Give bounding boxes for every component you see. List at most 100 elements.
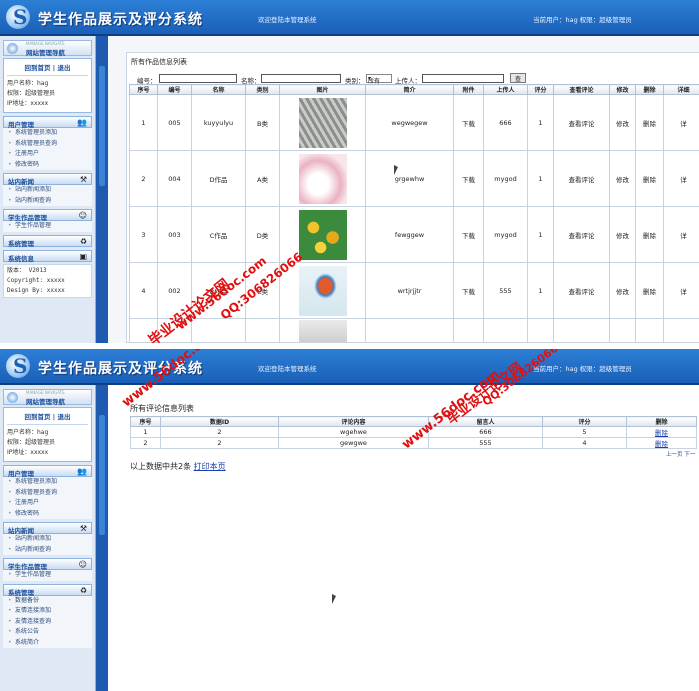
cell-edit[interactable]: 修改 — [609, 206, 636, 263]
cell-attach[interactable] — [453, 318, 484, 343]
cell-score — [527, 318, 554, 343]
sidebar-item-intro[interactable]: 系统简介 — [3, 637, 92, 648]
cell-detail[interactable]: 详 — [663, 262, 699, 319]
pager-links[interactable]: 上一页 下一 — [666, 450, 695, 458]
cell-attach[interactable]: 下载 — [453, 94, 484, 151]
cell-attach[interactable]: 下载 — [453, 206, 484, 263]
cell-del[interactable]: 删除 — [635, 206, 664, 263]
sidebar-item-password[interactable]: 修改密码 — [3, 159, 92, 170]
search-button[interactable]: 查找 — [510, 73, 527, 92]
table-header-row: 序号 编号 名称 类别 图片 简介 附件 上传人 评分 查看评论 修改 删除 详细 — [129, 84, 699, 95]
sidebar-item-register[interactable]: 注册用户 — [3, 498, 92, 509]
cell-view[interactable]: 查看评论 — [553, 206, 610, 263]
sidebar-item-admin-query[interactable]: 系统管理员查询 — [3, 138, 92, 149]
cell-view[interactable]: 查看评论 — [553, 262, 610, 319]
sidebar-item-news-add[interactable]: 站内新闻添加 — [3, 534, 92, 545]
group-works[interactable]: 学生作品管理 ☺ — [3, 209, 92, 222]
column-header: 详细 — [663, 84, 699, 95]
cell-view[interactable] — [553, 318, 610, 343]
cell-del[interactable]: 删除 — [626, 426, 697, 438]
nav-subtitle: MANAGE NAVIGATE — [26, 41, 65, 46]
sidebar-scrollbar[interactable] — [96, 385, 108, 691]
cell-edit[interactable] — [609, 318, 636, 343]
cell-view[interactable]: 查看评论 — [553, 150, 610, 207]
user-ip: IP地址：xxxxx — [7, 100, 49, 107]
group-news[interactable]: 站内新闻 ⚒ — [3, 173, 92, 186]
sidebar-scrollbar[interactable] — [96, 36, 108, 343]
column-header: 类别 — [245, 84, 280, 95]
sidebar-item-register[interactable]: 注册用户 — [3, 149, 92, 160]
user-name: 用户名称：hag — [7, 80, 49, 87]
cell-detail[interactable]: 详 — [663, 206, 699, 263]
cell-name — [191, 318, 246, 343]
work-thumbnail — [298, 97, 347, 148]
column-header: 编号 — [157, 84, 192, 95]
uploader-input[interactable] — [422, 74, 504, 83]
cell-del[interactable]: 删除 — [635, 150, 664, 207]
refresh-icon: ♻ — [79, 236, 87, 246]
column-header: 数据ID — [160, 416, 279, 427]
cell-del[interactable]: 删除 — [626, 437, 697, 449]
cell-edit[interactable]: 修改 — [609, 262, 636, 319]
group-user-mgmt[interactable]: 用户管理 👥 — [3, 116, 92, 129]
sidebar-item-admin-query[interactable]: 系统管理员查询 — [3, 487, 92, 498]
cell-uploader — [483, 318, 528, 343]
screenshot-works-list: S 学生作品展示及评分系统 欢迎登陆本管理系统 当前用户：hag 权限：超级管理… — [0, 0, 699, 343]
column-header: 序号 — [129, 84, 158, 95]
sidebar-item-password[interactable]: 修改密码 — [3, 508, 92, 519]
cell-intro: wrtjrjjtr — [365, 262, 454, 319]
sidebar-item-works-mgmt[interactable]: 学生作品管理 — [3, 221, 92, 232]
column-header: 图片 — [279, 84, 366, 95]
cell-score: 1 — [527, 94, 554, 151]
home-logout-links[interactable]: 回到首页 | 退出 — [7, 411, 88, 425]
sidebar-item-admin-add[interactable]: 系统管理员添加 — [3, 477, 92, 488]
cell-img — [279, 94, 366, 151]
cell-seq: 2 — [129, 150, 158, 207]
name-input[interactable] — [261, 74, 341, 83]
column-header: 评分 — [527, 84, 554, 95]
cell-detail[interactable]: 详 — [663, 94, 699, 151]
cell-attach[interactable]: 下载 — [453, 262, 484, 319]
group-news[interactable]: 站内新闻 ⚒ — [3, 522, 92, 535]
cell-seq: 3 — [129, 206, 158, 263]
cell-detail[interactable]: 详 — [663, 150, 699, 207]
cell-del[interactable]: 删除 — [635, 94, 664, 151]
mouse-cursor — [332, 594, 336, 604]
cell-detail[interactable] — [663, 318, 699, 343]
sidebar-item-backup[interactable]: 数据备份 — [3, 595, 92, 606]
cell-attach[interactable]: 下载 — [453, 150, 484, 207]
cell-view[interactable]: 查看评论 — [553, 94, 610, 151]
cell-user: 666 — [428, 426, 543, 438]
cell-edit[interactable]: 修改 — [609, 150, 636, 207]
cell-del[interactable] — [635, 318, 664, 343]
cell-edit[interactable]: 修改 — [609, 94, 636, 151]
app-title: 学生作品展示及评分系统 — [38, 12, 203, 28]
table-row: 2 004 D作品 A类 grgewhw 下载 mygod 1 查看评论 修改 删除详 — [129, 150, 699, 207]
sidebar-item-notice[interactable]: 系统公告 — [3, 627, 92, 638]
cell-img — [279, 318, 366, 343]
home-logout-links[interactable]: 回到首页 | 退出 — [7, 62, 88, 76]
cell-score: 1 — [527, 262, 554, 319]
cell-name: kuyyulyu — [191, 94, 246, 151]
category-select[interactable]: 所有 ▾ — [366, 74, 392, 85]
print-link[interactable]: 打印本页 — [194, 462, 226, 471]
table-row — [129, 318, 699, 343]
cell-score: 5 — [542, 426, 627, 438]
sidebar-item-link-query[interactable]: 友情连接查询 — [3, 616, 92, 627]
welcome-text: 欢迎登陆本管理系统 — [258, 16, 317, 24]
cell-del[interactable]: 删除 — [635, 262, 664, 319]
group-system[interactable]: 系统管理 ♻ — [3, 583, 92, 597]
sidebar-item-news-query[interactable]: 站内新闻查询 — [3, 544, 92, 555]
sidebar-item-admin-add[interactable]: 系统管理员添加 — [3, 128, 92, 139]
sidebar-item-link-add[interactable]: 友情连接添加 — [3, 606, 92, 617]
cell-name: C作品 — [191, 206, 246, 263]
group-sysinfo[interactable]: 系统信息 ▣ — [3, 249, 92, 263]
sidebar-item-works-mgmt[interactable]: 学生作品管理 — [3, 570, 92, 581]
group-user-mgmt[interactable]: 用户管理 👥 — [3, 465, 92, 478]
work-thumbnail — [298, 319, 347, 342]
group-system[interactable]: 系统管理 ♻ — [3, 234, 92, 248]
group-works[interactable]: 学生作品管理 ☺ — [3, 558, 92, 571]
id-input[interactable] — [159, 74, 237, 83]
sidebar-item-news-query[interactable]: 站内新闻查询 — [3, 195, 92, 206]
sidebar-item-news-add[interactable]: 站内新闻添加 — [3, 185, 92, 196]
